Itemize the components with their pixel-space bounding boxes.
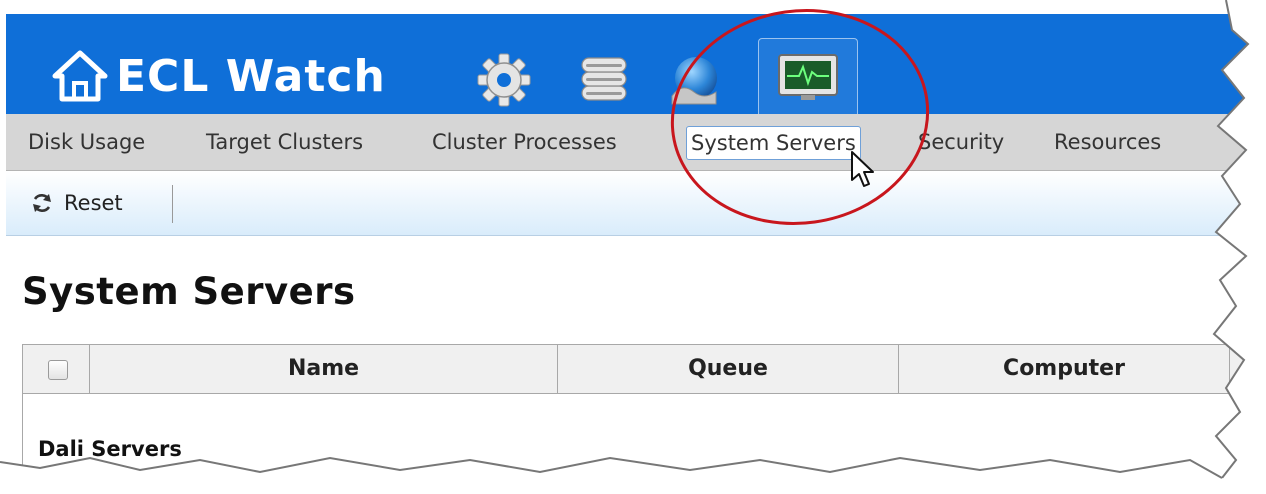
- menu-disk-usage[interactable]: Disk Usage: [28, 126, 145, 158]
- system-monitor-icon: [778, 54, 838, 100]
- column-header-queue[interactable]: Queue: [558, 345, 899, 393]
- reset-button[interactable]: Reset: [30, 187, 123, 219]
- page-title: System Servers: [22, 270, 356, 313]
- screenshot: ECL Watch Disk Usage Target Clusters Clu…: [0, 0, 1266, 494]
- reset-label: Reset: [64, 191, 123, 215]
- mouse-cursor-icon: [851, 151, 874, 187]
- top-menu-bar: Disk Usage Target Clusters Cluster Proce…: [6, 114, 1266, 171]
- menu-cluster-processes[interactable]: Cluster Processes: [432, 126, 617, 158]
- settings-gear-icon[interactable]: [476, 52, 532, 108]
- menu-resources[interactable]: Resources: [1054, 126, 1161, 158]
- refresh-icon: [33, 194, 51, 212]
- menu-target-clusters[interactable]: Target Clusters: [206, 126, 363, 158]
- home-icon: [52, 50, 108, 102]
- system-monitor-button[interactable]: [758, 38, 858, 120]
- app-header: ECL Watch: [6, 14, 1266, 120]
- menu-system-servers[interactable]: System Servers: [686, 126, 861, 160]
- column-header-name[interactable]: Name: [90, 345, 558, 393]
- app-title: ECL Watch: [116, 50, 386, 102]
- grid-header: Name Queue Computer: [22, 344, 1266, 394]
- database-icon[interactable]: [576, 52, 632, 108]
- grid-body: [22, 393, 1266, 494]
- group-row-label[interactable]: Dali Servers: [38, 437, 182, 461]
- app-logo[interactable]: ECL Watch: [52, 48, 386, 104]
- action-toolbar: Reset: [6, 171, 1266, 236]
- menu-security[interactable]: Security: [918, 126, 1004, 158]
- select-all-checkbox[interactable]: [48, 360, 68, 380]
- globe-icon[interactable]: [666, 52, 722, 108]
- column-header-computer[interactable]: Computer: [899, 345, 1230, 393]
- toolbar-separator: [172, 185, 173, 223]
- select-all-column: [23, 345, 90, 393]
